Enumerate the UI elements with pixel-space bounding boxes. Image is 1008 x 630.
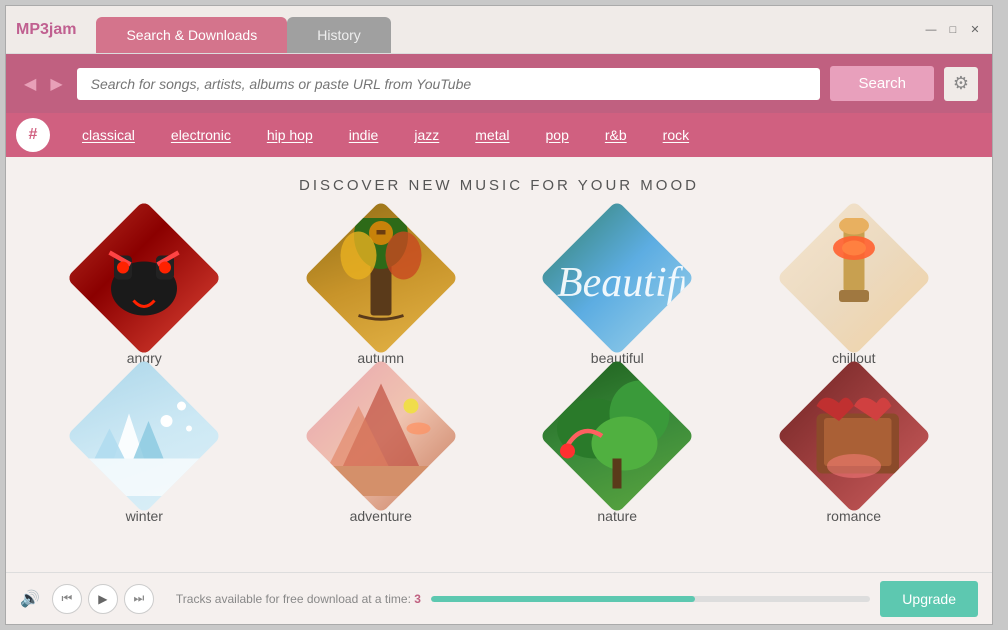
- search-input[interactable]: [77, 68, 821, 100]
- player-controls: ⏮ ▶ ⏭: [52, 584, 154, 614]
- genre-list: classical electronic hip hop indie jazz …: [64, 121, 707, 149]
- progress-fill: [431, 596, 695, 602]
- progress-track: [431, 596, 870, 602]
- search-input-wrap: [77, 68, 821, 100]
- genre-rock[interactable]: rock: [645, 121, 707, 149]
- play-button[interactable]: ▶: [88, 584, 118, 614]
- maximize-button[interactable]: □: [946, 23, 960, 37]
- genre-bar: # classical electronic hip hop indie jaz…: [6, 113, 992, 157]
- genre-hiphop[interactable]: hip hop: [249, 121, 331, 149]
- minimize-button[interactable]: —: [924, 23, 938, 37]
- forward-button[interactable]: ▶: [46, 72, 66, 96]
- upgrade-bar: Tracks available for free download at a …: [176, 581, 978, 617]
- genre-metal[interactable]: metal: [457, 121, 527, 149]
- mood-nature[interactable]: nature: [509, 376, 726, 524]
- genre-electronic[interactable]: electronic: [153, 121, 249, 149]
- next-icon: ⏭: [134, 591, 145, 606]
- mood-beautiful[interactable]: Beautiful beautiful: [509, 218, 726, 366]
- app-logo: MP3jam: [16, 21, 76, 39]
- upgrade-text: Tracks available for free download at a …: [176, 592, 421, 606]
- gear-icon: ⚙: [953, 73, 969, 94]
- title-bar: MP3jam Search & Downloads History — □ ✕: [6, 6, 992, 54]
- tab-history-label: History: [317, 27, 361, 43]
- prev-button[interactable]: ⏮: [52, 584, 82, 614]
- mood-chillout[interactable]: chillout: [746, 218, 963, 366]
- discover-title: DISCOVER NEW MUSIC FOR YOUR MOOD: [36, 177, 962, 194]
- genre-all-button[interactable]: #: [16, 118, 50, 152]
- play-icon: ▶: [98, 592, 107, 606]
- bottom-bar: 🔊 ⏮ ▶ ⏭ Tracks available for free downlo…: [6, 572, 992, 624]
- svg-text:Beautiful: Beautiful: [557, 260, 685, 306]
- close-button[interactable]: ✕: [968, 23, 982, 37]
- mood-romance[interactable]: romance: [746, 376, 963, 524]
- app-window: MP3jam Search & Downloads History — □ ✕ …: [5, 5, 993, 625]
- mood-angry[interactable]: angry: [36, 218, 253, 366]
- tab-bar: Search & Downloads History: [96, 6, 924, 53]
- tab-search[interactable]: Search & Downloads: [96, 17, 287, 53]
- mood-autumn[interactable]: autumn: [273, 218, 490, 366]
- prev-icon: ⏮: [62, 591, 73, 606]
- upgrade-button[interactable]: Upgrade: [880, 581, 978, 617]
- nav-buttons: ◀ ▶: [20, 72, 67, 96]
- genre-classical[interactable]: classical: [64, 121, 153, 149]
- search-bar: ◀ ▶ Search ⚙: [6, 54, 992, 113]
- upgrade-count: 3: [414, 592, 421, 606]
- window-controls: — □ ✕: [924, 23, 982, 37]
- genre-pop[interactable]: pop: [528, 121, 587, 149]
- search-button[interactable]: Search: [830, 66, 934, 101]
- volume-icon: 🔊: [20, 591, 40, 608]
- next-button[interactable]: ⏭: [124, 584, 154, 614]
- main-content: DISCOVER NEW MUSIC FOR YOUR MOOD: [6, 157, 992, 572]
- volume-button[interactable]: 🔊: [20, 589, 40, 609]
- mood-winter[interactable]: winter: [36, 376, 253, 524]
- back-button[interactable]: ◀: [20, 72, 40, 96]
- genre-indie[interactable]: indie: [331, 121, 397, 149]
- settings-button[interactable]: ⚙: [944, 67, 978, 101]
- tab-search-label: Search & Downloads: [126, 27, 257, 43]
- tab-history[interactable]: History: [287, 17, 391, 53]
- genre-jazz[interactable]: jazz: [396, 121, 457, 149]
- mood-grid: angry: [36, 218, 962, 524]
- genre-rnb[interactable]: r&b: [587, 121, 645, 149]
- mood-adventure[interactable]: adventure: [273, 376, 490, 524]
